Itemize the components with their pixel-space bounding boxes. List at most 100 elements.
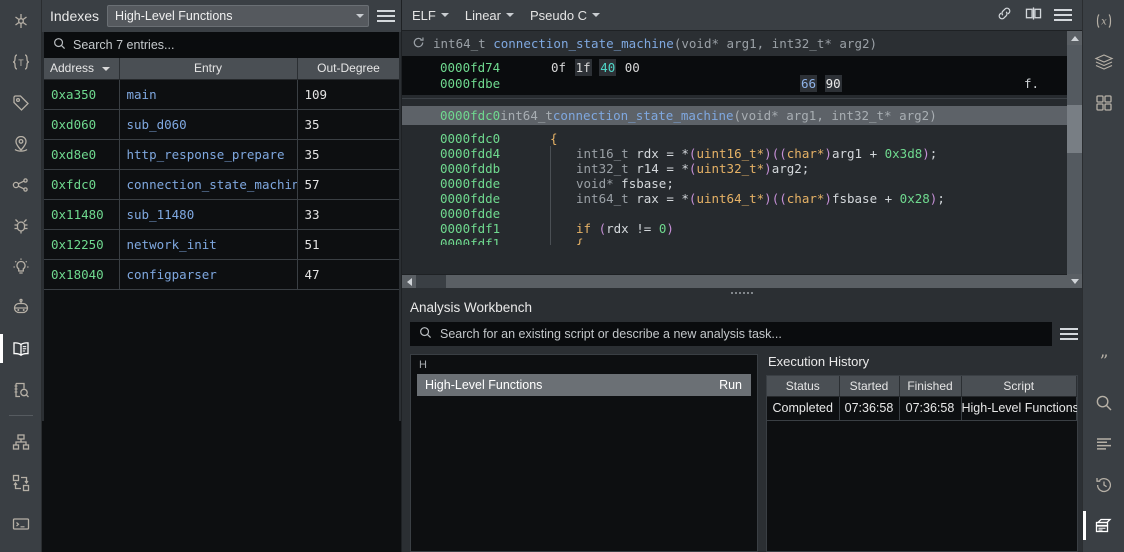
code-line[interactable]: 0000fdde int64_t rax = *(uint64_t*)((char… <box>402 191 1067 206</box>
code-vertical-scrollbar[interactable] <box>1067 31 1082 288</box>
split-pane-icon[interactable] <box>1025 6 1042 24</box>
sidebar-item-layers[interactable] <box>1083 41 1124 82</box>
hscroll-track[interactable] <box>416 275 1066 288</box>
table-row[interactable]: 0xd8e0 http_response_prepare 35 <box>44 139 399 170</box>
code-line[interactable]: 0000fdd4 int16_t rdx = *(uint16_t*)((char… <box>402 146 1067 161</box>
panel-splitter[interactable] <box>402 288 1082 298</box>
column-header-started[interactable]: Started <box>839 376 900 397</box>
indent-guide <box>550 146 576 161</box>
grip-dot <box>747 292 749 294</box>
search-input[interactable]: Search 7 entries... <box>44 32 399 58</box>
column-header-entry[interactable]: Entry <box>119 58 298 80</box>
table-row[interactable]: 0x12250 network_init 51 <box>44 229 399 260</box>
cell-out-degree: 57 <box>297 169 399 200</box>
chevron-up-icon <box>1070 35 1079 41</box>
hamburger-icon-bar <box>1060 338 1078 340</box>
cell-address: 0xa350 <box>44 79 120 110</box>
selected-code-line[interactable]: 0000fdc0 int64_t connection_state_machin… <box>402 106 1067 125</box>
sidebar-item-find[interactable] <box>0 369 42 410</box>
view-dropdown[interactable]: Pseudo C <box>529 7 601 23</box>
bug-icon <box>11 216 31 236</box>
workbench-search-input[interactable]: Search for an existing script or describ… <box>410 322 1052 346</box>
sidebar-item-call-graph[interactable] <box>0 164 42 205</box>
table-row[interactable]: Completed 07:36:58 07:36:58 High-Level F… <box>767 396 1077 421</box>
sidebar-item-console[interactable] <box>0 503 42 544</box>
scroll-down-button[interactable] <box>1067 274 1082 288</box>
code-lines[interactable]: int64_t connection_state_machine(void* a… <box>402 31 1067 274</box>
hex-row[interactable]: 0000fdbe 66 90 f. <box>402 74 1067 92</box>
selected-line-params: (void* arg1, int32_t* arg2) <box>733 108 937 123</box>
lightbulb-icon <box>11 257 31 277</box>
code-line[interactable]: 0000fdde <box>402 206 1067 221</box>
sidebar-item-hints[interactable] <box>0 246 42 287</box>
code-horizontal-scrollbar[interactable] <box>402 274 1067 288</box>
code-line[interactable]: 0000fddb int32_t r14 = *(uint32_t*)arg2; <box>402 161 1067 176</box>
cell-address: 0xd060 <box>44 109 120 140</box>
column-header-status[interactable]: Status <box>767 376 840 397</box>
cell-out-degree: 51 <box>297 229 399 260</box>
code-line-text: { <box>576 236 584 245</box>
cell-address: 0xfdc0 <box>44 169 120 200</box>
hex-row[interactable]: 0000fd74 0f 1f 40 00 ..@. <box>402 58 1067 76</box>
sidebar-item-database[interactable] <box>1082 505 1124 546</box>
chevron-down-icon <box>356 14 364 18</box>
sidebar-item-hierarchy[interactable] <box>0 421 42 462</box>
sidebar-item-history[interactable] <box>1083 464 1124 505</box>
code-line[interactable]: 0000fdf1 { <box>402 236 1067 245</box>
sidebar-item-components[interactable] <box>1083 82 1124 123</box>
sidebar-item-assistant[interactable] <box>0 287 42 328</box>
column-header-script[interactable]: Script <box>961 376 1077 397</box>
column-header-out-degree[interactable]: Out-Degree <box>297 58 399 80</box>
scroll-left-button[interactable] <box>402 275 416 288</box>
cell-address: 0x18040 <box>44 259 120 290</box>
chevron-left-icon <box>406 277 412 286</box>
workbench-menu-button[interactable] <box>1060 326 1078 342</box>
hex-dump-block: 0000fd74 0f 1f 40 00 ..@. 0000fdbe 66 90… <box>402 56 1067 95</box>
vscroll-track[interactable] <box>1067 45 1082 274</box>
view-label: Pseudo C <box>529 7 588 23</box>
code-line[interactable]: 0000fdde void* fsbase; <box>402 176 1067 191</box>
sidebar-item-strings[interactable]: ” <box>1083 341 1124 382</box>
sidebar-item-debugger[interactable] <box>0 205 42 246</box>
column-header-address[interactable]: Address <box>44 58 120 80</box>
column-header-finished[interactable]: Finished <box>899 376 962 397</box>
run-button[interactable]: Run <box>719 378 742 392</box>
scroll-up-button[interactable] <box>1067 31 1082 45</box>
table-row[interactable]: 0x11480 sub_11480 33 <box>44 199 399 230</box>
table-row[interactable]: 0x18040 configparser 47 <box>44 259 399 290</box>
analysis-workbench: Analysis Workbench Search for an existin… <box>402 298 1082 552</box>
hscroll-thumb[interactable] <box>446 275 1066 288</box>
sidebar-item-variables[interactable]: x <box>1083 0 1124 41</box>
link-icon[interactable] <box>996 5 1013 25</box>
code-menu-button[interactable] <box>1054 7 1072 23</box>
execution-history-title: Execution History <box>768 354 870 369</box>
layout-dropdown[interactable]: Linear <box>465 8 514 23</box>
robot-icon <box>10 298 32 318</box>
sidebar-item-search[interactable] <box>1083 382 1124 423</box>
table-row[interactable]: 0xfdc0 connection_state_machine 57 <box>44 169 399 200</box>
hamburger-icon-bar <box>1060 328 1078 330</box>
types-icon: T <box>10 52 32 72</box>
sidebar-item-asterisk[interactable] <box>0 0 42 41</box>
code-line[interactable]: 0000fdc0 { <box>402 131 1067 146</box>
sidebar-item-transform[interactable] <box>0 462 42 503</box>
sidebar-item-types[interactable]: T <box>0 41 42 82</box>
left-toolbar-rail: T <box>0 0 42 552</box>
vscroll-thumb[interactable] <box>1067 105 1082 153</box>
refresh-icon[interactable] <box>412 36 425 52</box>
indexes-menu-button[interactable] <box>377 8 395 24</box>
list-item[interactable]: High-Level Functions Run <box>417 374 751 396</box>
index-select[interactable]: High-Level Functions <box>107 5 369 27</box>
indexes-header: Indexes High-Level Functions <box>42 0 401 32</box>
sidebar-item-locations[interactable] <box>0 123 42 164</box>
sidebar-item-log[interactable] <box>1083 423 1124 464</box>
code-line-address: 0000fdde <box>440 176 501 191</box>
signature-return-type: int64_t <box>433 36 486 51</box>
format-dropdown[interactable]: ELF <box>412 8 449 23</box>
quote-icon: ” <box>1093 352 1115 372</box>
sidebar-item-tags[interactable] <box>0 82 42 123</box>
table-row[interactable]: 0xd060 sub_d060 35 <box>44 109 399 140</box>
code-line[interactable]: 0000fdf1 if (rdx != 0) <box>402 221 1067 236</box>
table-row[interactable]: 0xa350 main 109 <box>44 79 399 110</box>
sidebar-item-indexes[interactable] <box>0 328 42 369</box>
